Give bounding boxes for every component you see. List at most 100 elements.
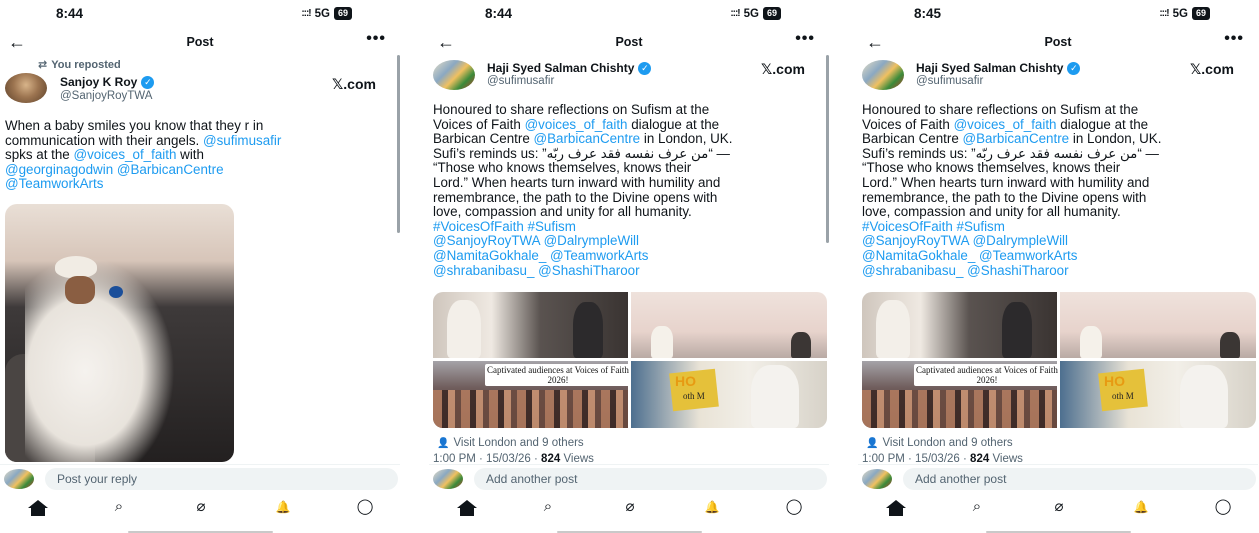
photo-tile[interactable]: HO oth M xyxy=(1060,361,1256,428)
author-name[interactable]: Haji Syed Salman Chishty xyxy=(916,61,1063,75)
reply-input[interactable]: Post your reply xyxy=(45,468,398,490)
post-text-line: “Those who knows themselves, knows their xyxy=(862,160,1121,176)
author-name-row[interactable]: Haji Syed Salman Chishty ✓ xyxy=(916,61,1081,75)
mention-link[interactable]: @georginagodwin xyxy=(5,162,113,177)
photo-turban xyxy=(55,256,97,278)
signal-icon: :::! xyxy=(301,8,311,19)
more-options-icon[interactable]: ••• xyxy=(1224,30,1244,48)
views-label: Views xyxy=(992,453,1023,464)
repost-summary[interactable]: 👤 Visit London and 9 others xyxy=(437,437,584,449)
mention-link[interactable]: @voices_of_faith xyxy=(74,147,177,162)
post-screen-2: 8:44 :::! 5G 69 ← Post ••• Haji Syed Sal… xyxy=(429,0,829,533)
bottom-tab-bar: ⌕ ⌀ 🔔 ◯ xyxy=(429,494,829,520)
post-text-line: Lord.” When hearts turn inward with humi… xyxy=(862,174,1150,190)
mention-link[interactable]: @SanjoyRoyTWA @DalrympleWill xyxy=(862,233,1068,249)
reply-bar: Add another post xyxy=(429,464,829,492)
book-title: HO xyxy=(675,373,696,389)
post-text-line: remembrance, the path to the Divine open… xyxy=(862,189,1147,205)
author-name[interactable]: Haji Syed Salman Chishty xyxy=(487,61,634,75)
scrollbar[interactable] xyxy=(826,55,829,243)
scrollbar[interactable] xyxy=(397,55,400,233)
add-post-input[interactable]: Add another post xyxy=(474,468,827,490)
mention-link[interactable]: @BarbicanCentre xyxy=(117,162,224,177)
mention-link[interactable]: @TeamworkArts xyxy=(5,176,103,192)
messages-icon: ◯ xyxy=(785,498,803,515)
post-photo[interactable] xyxy=(5,204,234,462)
photo-tile[interactable] xyxy=(862,292,1057,358)
signal-icon: :::! xyxy=(1159,8,1169,19)
tab-home[interactable] xyxy=(455,496,479,518)
status-bar: 8:44 :::! 5G 69 xyxy=(0,6,400,22)
author-handle[interactable]: @SanjoyRoyTWA xyxy=(60,90,152,102)
photo-tile[interactable] xyxy=(631,292,827,358)
tab-messages[interactable]: ◯ xyxy=(353,496,377,518)
tab-grok[interactable]: ⌀ xyxy=(189,496,213,518)
more-options-icon[interactable]: ••• xyxy=(366,30,386,48)
author-name-row[interactable]: Sanjoy K Roy ✓ xyxy=(60,75,155,89)
tab-home[interactable] xyxy=(26,496,50,518)
hashtag-links[interactable]: #VoicesOfFaith #Sufism xyxy=(862,219,1005,234)
home-icon xyxy=(886,500,906,516)
grok-icon: ⌀ xyxy=(625,498,635,515)
mention-link[interactable]: @BarbicanCentre xyxy=(534,131,641,146)
mention-link[interactable]: @shrabanibasu_ @ShashiTharoor xyxy=(433,263,640,278)
mention-link[interactable]: @BarbicanCentre xyxy=(963,131,1070,146)
post-text-line: When a baby smiles you know that they r … xyxy=(5,118,264,133)
post-text-line: love, compassion and unity for all human… xyxy=(862,204,1121,220)
mention-link[interactable]: @voices_of_faith xyxy=(954,117,1057,132)
avatar[interactable] xyxy=(5,73,47,103)
author-handle[interactable]: @sufimusafir xyxy=(916,75,983,87)
add-post-input[interactable]: Add another post xyxy=(903,468,1256,490)
photo-tile[interactable] xyxy=(433,292,628,358)
home-icon xyxy=(457,500,477,516)
tab-search[interactable]: ⌕ xyxy=(965,496,989,518)
post-text: When a baby smiles you know that they r … xyxy=(5,118,395,192)
tab-messages[interactable]: ◯ xyxy=(782,496,806,518)
tab-notifications[interactable]: 🔔 xyxy=(1129,496,1153,518)
photo-tile[interactable] xyxy=(1060,292,1256,358)
reply-bar: Post your reply xyxy=(0,464,400,492)
more-options-icon[interactable]: ••• xyxy=(795,30,815,48)
tab-search[interactable]: ⌕ xyxy=(536,496,560,518)
tab-notifications[interactable]: 🔔 xyxy=(700,496,724,518)
photo-face xyxy=(65,276,95,304)
tab-home[interactable] xyxy=(884,496,908,518)
bell-icon: 🔔 xyxy=(704,500,720,514)
mention-link[interactable]: @shrabanibasu_ @ShashiTharoor xyxy=(862,263,1069,278)
mention-link[interactable]: @sufimusafir xyxy=(203,133,281,148)
grok-icon: ⌀ xyxy=(1054,498,1064,515)
repost-summary[interactable]: 👤 Visit London and 9 others xyxy=(866,437,1013,449)
tab-messages[interactable]: ◯ xyxy=(1211,496,1235,518)
author-name-row[interactable]: Haji Syed Salman Chishty ✓ xyxy=(487,61,652,75)
author-name[interactable]: Sanjoy K Roy xyxy=(60,75,137,89)
avatar[interactable] xyxy=(862,60,904,90)
tab-grok[interactable]: ⌀ xyxy=(1047,496,1071,518)
arabic-quote: “من عرف نفسه فقد عرف ربّه” xyxy=(971,145,1142,161)
post-text-line: Barbican Centre xyxy=(862,131,959,147)
avatar xyxy=(4,469,34,489)
tab-grok[interactable]: ⌀ xyxy=(618,496,642,518)
avatar[interactable] xyxy=(433,60,475,90)
hashtag-links[interactable]: #VoicesOfFaith #Sufism xyxy=(433,219,576,234)
post-text-line: — xyxy=(716,145,730,161)
mention-link[interactable]: @voices_of_faith xyxy=(525,117,628,132)
status-time: 8:44 xyxy=(56,6,84,21)
battery-icon: 69 xyxy=(762,7,781,20)
tab-search[interactable]: ⌕ xyxy=(107,496,131,518)
arabic-quote: “من عرف نفسه فقد عرف ربّه” xyxy=(542,145,713,161)
search-icon: ⌕ xyxy=(114,498,124,515)
source-label: 𝕏.com xyxy=(332,76,376,92)
mention-link[interactable]: @NamitaGokhale_ @TeamworkArts xyxy=(862,248,1077,263)
mention-link[interactable]: @NamitaGokhale_ @TeamworkArts xyxy=(433,248,648,263)
mention-link[interactable]: @SanjoyRoyTWA @DalrympleWill xyxy=(433,233,639,249)
image-grid: HO oth M Captivated audiences at Voices … xyxy=(433,292,827,428)
repost-indicator: ⇄ You reposted xyxy=(38,58,121,71)
author-handle[interactable]: @sufimusafir xyxy=(487,75,554,87)
photo-tile[interactable]: HO oth M xyxy=(631,361,827,428)
book-title: HO xyxy=(1104,373,1125,389)
post-text-line: love, compassion and unity for all human… xyxy=(433,204,692,220)
search-icon: ⌕ xyxy=(543,498,553,515)
post-text-line: spks at the xyxy=(5,147,70,163)
tab-notifications[interactable]: 🔔 xyxy=(271,496,295,518)
messages-icon: ◯ xyxy=(356,498,374,515)
